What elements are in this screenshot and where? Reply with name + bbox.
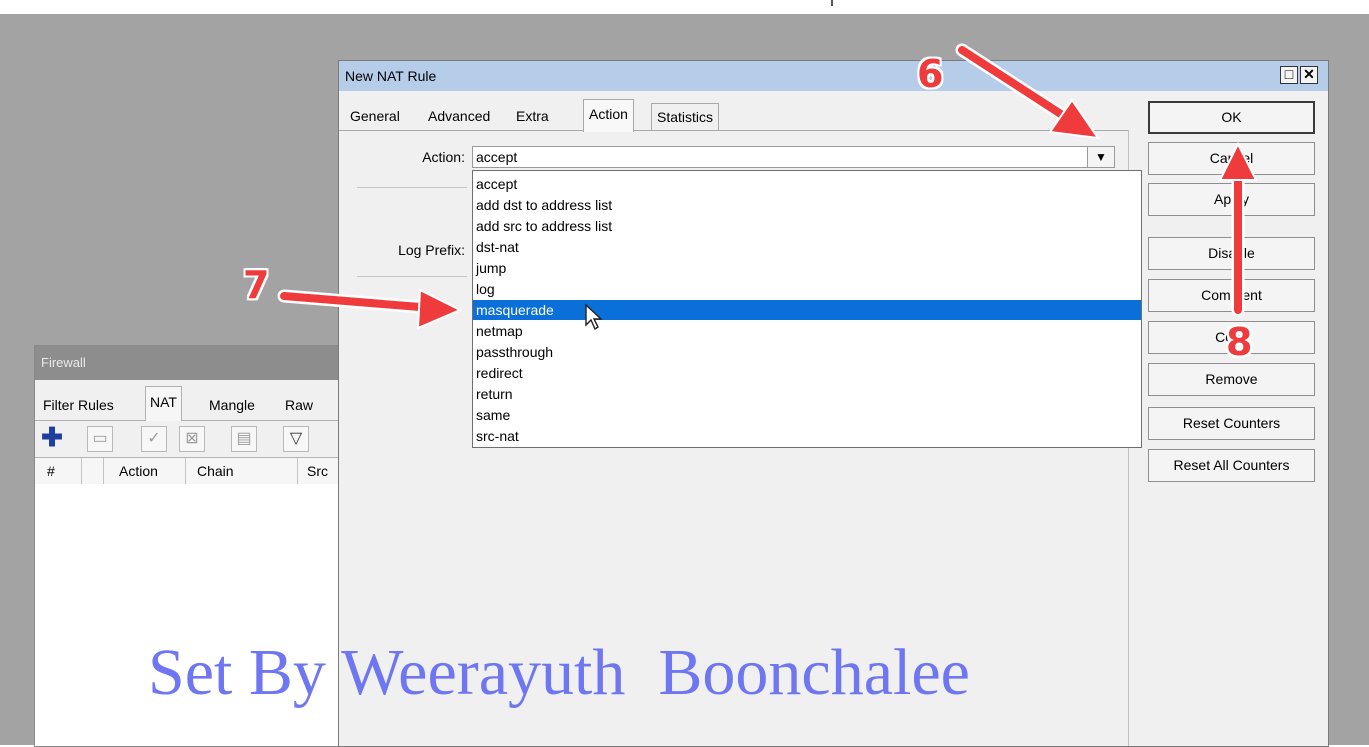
option-return[interactable]: return	[473, 384, 1141, 404]
step-7-label: 7	[243, 263, 270, 307]
comment-button[interactable]: Comment	[1148, 279, 1315, 312]
tab-advanced[interactable]: Advanced	[423, 103, 496, 129]
option-src-nat[interactable]: src-nat	[473, 426, 1141, 446]
column-action[interactable]: Action	[119, 458, 158, 484]
remove-button[interactable]: Remove	[1148, 363, 1315, 396]
option-passthrough[interactable]: passthrough	[473, 342, 1141, 362]
option-log[interactable]: log	[473, 279, 1141, 299]
tab-strip-line	[339, 130, 1129, 131]
reset-counters-button[interactable]: Reset Counters	[1148, 407, 1315, 440]
action-dropdown-list[interactable]: accept add dst to address list add src t…	[472, 170, 1142, 448]
tab-general[interactable]: General	[345, 103, 405, 129]
dialog-title-bar[interactable]: New NAT Rule □ ✕	[339, 61, 1328, 91]
close-icon[interactable]: ✕	[1300, 66, 1318, 84]
tab-filter-rules[interactable]: Filter Rules	[39, 390, 118, 420]
reset-all-counters-button[interactable]: Reset All Counters	[1148, 449, 1315, 482]
dialog-title: New NAT Rule	[345, 68, 437, 84]
mouse-pointer-icon	[585, 303, 603, 331]
tab-mangle[interactable]: Mangle	[205, 390, 259, 420]
option-same[interactable]: same	[473, 405, 1141, 425]
step-8-label: 8	[1226, 320, 1253, 364]
action-select[interactable]: accept	[472, 146, 1115, 168]
option-add-dst-to-address-list[interactable]: add dst to address list	[473, 195, 1141, 215]
option-redirect[interactable]: redirect	[473, 363, 1141, 383]
dropdown-arrow-icon[interactable]: ▼	[1087, 147, 1114, 167]
tab-extra[interactable]: Extra	[511, 103, 554, 129]
step-6-label: 6	[917, 52, 944, 96]
cancel-button[interactable]: Cancel	[1148, 142, 1315, 175]
maximize-icon[interactable]: □	[1280, 66, 1298, 84]
tab-raw[interactable]: Raw	[281, 390, 317, 420]
separator	[357, 276, 467, 277]
remove-icon[interactable]: ▭	[87, 426, 113, 452]
option-add-src-to-address-list[interactable]: add src to address list	[473, 216, 1141, 236]
enable-icon[interactable]: ✓	[141, 426, 167, 452]
add-icon[interactable]: ✚	[39, 424, 65, 452]
option-jump[interactable]: jump	[473, 258, 1141, 278]
watermark-text: Set By Weerayuth Boonchalee	[148, 636, 970, 709]
firewall-title: Firewall	[35, 346, 355, 380]
tab-statistics[interactable]: Statistics	[651, 103, 720, 130]
filter-icon[interactable]: ▽	[283, 426, 309, 452]
option-netmap[interactable]: netmap	[473, 321, 1141, 341]
apply-button[interactable]: Apply	[1148, 183, 1315, 216]
top-edge-mark	[831, 0, 833, 6]
disable-icon[interactable]: ⊠	[179, 426, 205, 452]
separator	[357, 187, 467, 188]
action-label: Action:	[422, 149, 465, 165]
column-chain[interactable]: Chain	[197, 458, 234, 484]
option-accept[interactable]: accept	[473, 174, 1141, 194]
ok-button[interactable]: OK	[1148, 101, 1315, 134]
log-prefix-label: Log Prefix:	[398, 242, 465, 258]
comment-icon[interactable]: ▤	[231, 426, 257, 452]
disable-button[interactable]: Disable	[1148, 237, 1315, 270]
column-src[interactable]: Src	[307, 458, 328, 484]
column-number[interactable]: #	[47, 458, 55, 484]
firewall-tabs: Filter Rules NAT Mangle Raw	[35, 380, 355, 421]
tab-nat[interactable]: NAT	[145, 386, 182, 421]
firewall-toolbar: ✚ ▭ ✓ ⊠ ▤ ▽	[35, 421, 355, 457]
option-masquerade[interactable]: masquerade	[473, 300, 1141, 320]
tab-action[interactable]: Action	[583, 99, 634, 132]
rules-table-header: # Action Chain Src	[35, 457, 355, 485]
option-dst-nat[interactable]: dst-nat	[473, 237, 1141, 257]
